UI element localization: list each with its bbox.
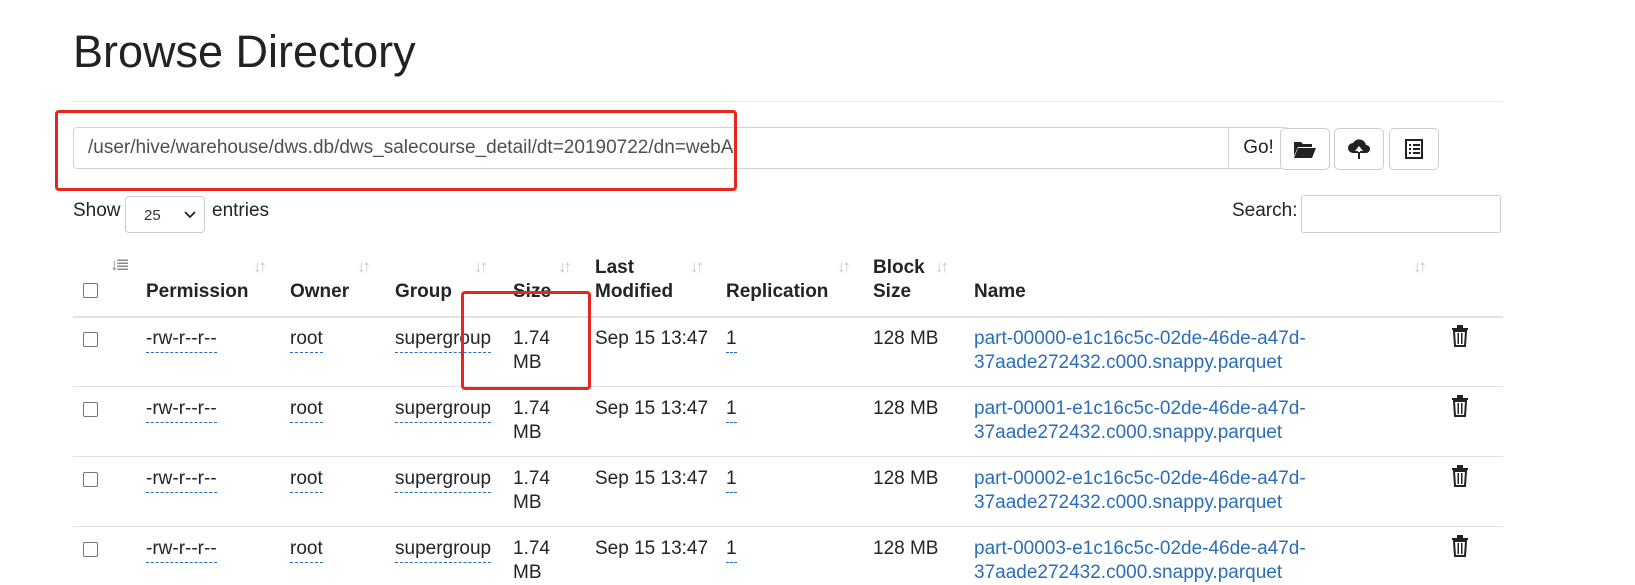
file-name-link-line2[interactable]: 37aade272432.c000.snappy.parquet <box>974 490 1334 515</box>
path-bar: Go! <box>73 127 1289 169</box>
file-name-link-line1[interactable]: part-00001-e1c16c5c-02de-46de-a47d- <box>974 396 1334 421</box>
size-cell-value: 1.74 <box>513 538 550 559</box>
column-header-size[interactable]: Size <box>513 280 551 304</box>
sort-icon-owner[interactable]: ↓↑ <box>357 257 371 277</box>
select-all-checkbox[interactable] <box>83 283 98 298</box>
row-divider <box>73 456 1503 457</box>
row-checkbox[interactable] <box>83 542 98 557</box>
delete-icon[interactable] <box>1451 325 1469 347</box>
sort-icon-replication[interactable]: ↓↑ <box>837 257 851 277</box>
row-checkbox[interactable] <box>83 332 98 347</box>
replication-cell[interactable]: 1 <box>726 466 737 493</box>
search-input[interactable] <box>1301 195 1501 233</box>
size-cell-unit: MB <box>513 422 542 443</box>
show-label: Show <box>73 200 121 221</box>
column-header-name[interactable]: Name <box>974 280 1026 304</box>
permission-cell[interactable]: -rw-r--r-- <box>146 466 217 493</box>
size-cell-unit: MB <box>513 352 542 373</box>
file-name-link-line1[interactable]: part-00000-e1c16c5c-02de-46de-a47d- <box>974 326 1334 351</box>
block-size-cell: 128 MB <box>873 398 939 419</box>
modified-cell: Sep 15 13:47 <box>595 328 709 349</box>
group-cell[interactable]: supergroup <box>395 536 492 563</box>
permission-cell[interactable]: -rw-r--r-- <box>146 396 217 423</box>
sort-icon-permission[interactable]: ↓↑ <box>253 257 267 277</box>
owner-cell[interactable]: root <box>290 326 323 353</box>
file-name-link-line2[interactable]: 37aade272432.c000.snappy.parquet <box>974 560 1334 585</box>
column-header-last-modified-line2[interactable]: Modified <box>595 280 673 304</box>
path-input[interactable] <box>73 127 1228 169</box>
row-checkbox[interactable] <box>83 472 98 487</box>
column-header-group[interactable]: Group <box>395 280 452 304</box>
group-cell[interactable]: supergroup <box>395 326 492 353</box>
sort-icon-group[interactable]: ↓↑ <box>474 257 488 277</box>
owner-cell[interactable]: root <box>290 396 323 423</box>
row-divider <box>73 526 1503 527</box>
file-name-link-line1[interactable]: part-00002-e1c16c5c-02de-46de-a47d- <box>974 466 1334 491</box>
column-header-block-size-line2[interactable]: Size <box>873 280 911 304</box>
title-divider <box>73 101 1503 102</box>
search-label: Search: <box>1232 200 1298 221</box>
delete-icon[interactable] <box>1451 535 1469 557</box>
cloud-upload-icon <box>1348 139 1370 159</box>
owner-cell[interactable]: root <box>290 466 323 493</box>
replication-cell[interactable]: 1 <box>726 396 737 423</box>
entries-label: entries <box>212 200 270 221</box>
page-size-value: 25 <box>144 207 161 224</box>
size-cell-value: 1.74 <box>513 398 550 419</box>
size-cell-value: 1.74 <box>513 468 550 489</box>
group-cell[interactable]: supergroup <box>395 466 492 493</box>
page-title: Browse Directory <box>73 26 416 77</box>
size-cell-unit: MB <box>513 562 542 583</box>
group-cell[interactable]: supergroup <box>395 396 492 423</box>
column-header-replication[interactable]: Replication <box>726 280 828 304</box>
file-name-link-line2[interactable]: 37aade272432.c000.snappy.parquet <box>974 350 1334 375</box>
modified-cell: Sep 15 13:47 <box>595 468 709 489</box>
modified-cell: Sep 15 13:47 <box>595 538 709 559</box>
owner-cell[interactable]: root <box>290 536 323 563</box>
table-header-divider <box>73 316 1503 318</box>
create-directory-button[interactable] <box>1280 128 1330 170</box>
modified-cell: Sep 15 13:47 <box>595 398 709 419</box>
block-size-cell: 128 MB <box>873 538 939 559</box>
row-divider <box>73 386 1503 387</box>
size-cell-value: 1.74 <box>513 328 550 349</box>
folder-open-icon <box>1294 142 1316 158</box>
chevron-down-icon <box>184 211 196 219</box>
delete-icon[interactable] <box>1451 465 1469 487</box>
replication-cell[interactable]: 1 <box>726 326 737 353</box>
replication-cell[interactable]: 1 <box>726 536 737 563</box>
sort-icon-selection[interactable]: ↓≣ <box>110 255 130 275</box>
sort-icon-last-modified[interactable]: ↓↑ <box>690 257 704 277</box>
upload-button[interactable] <box>1334 128 1384 170</box>
column-header-last-modified-line1[interactable]: Last <box>595 256 634 280</box>
list-icon <box>1405 139 1423 159</box>
cut-paste-button[interactable] <box>1389 128 1439 170</box>
column-header-block-size-line1[interactable]: Block <box>873 256 925 280</box>
column-header-owner[interactable]: Owner <box>290 280 349 304</box>
permission-cell[interactable]: -rw-r--r-- <box>146 326 217 353</box>
file-name-link-line1[interactable]: part-00003-e1c16c5c-02de-46de-a47d- <box>974 536 1334 561</box>
block-size-cell: 128 MB <box>873 328 939 349</box>
sort-icon-name[interactable]: ↓↑ <box>1413 257 1427 277</box>
block-size-cell: 128 MB <box>873 468 939 489</box>
file-name-link-line2[interactable]: 37aade272432.c000.snappy.parquet <box>974 420 1334 445</box>
page-size-select[interactable]: 25 <box>125 196 205 233</box>
size-cell-unit: MB <box>513 492 542 513</box>
sort-icon-block-size[interactable]: ↓↑ <box>935 257 949 277</box>
permission-cell[interactable]: -rw-r--r-- <box>146 536 217 563</box>
delete-icon[interactable] <box>1451 395 1469 417</box>
row-checkbox[interactable] <box>83 402 98 417</box>
sort-icon-size[interactable]: ↓↑ <box>558 257 572 277</box>
column-header-permission[interactable]: Permission <box>146 280 248 304</box>
